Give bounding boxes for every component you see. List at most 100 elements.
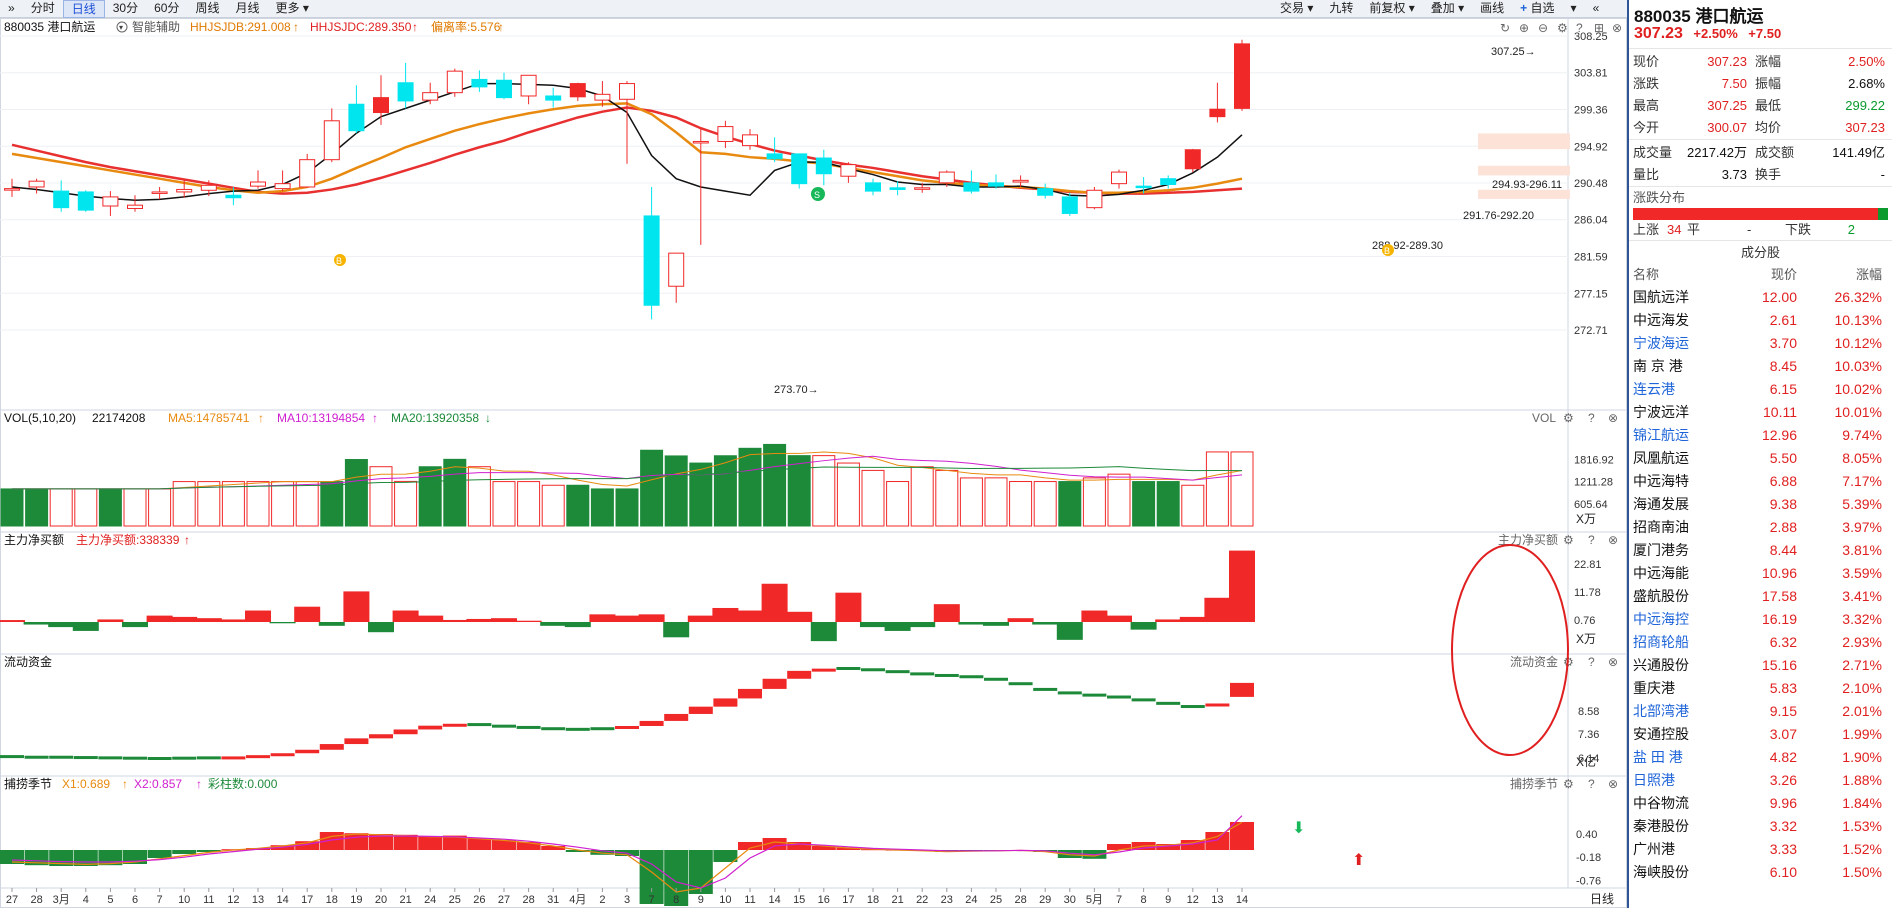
flow-bar	[1131, 698, 1156, 702]
col-pct[interactable]: 涨幅	[1797, 264, 1882, 286]
component-name[interactable]: 海峡股份	[1633, 861, 1737, 884]
component-row[interactable]: 安通控股 3.07 1.99%	[1629, 723, 1892, 746]
close-icon[interactable]: ⊗	[1608, 533, 1618, 547]
component-name[interactable]: 厦门港务	[1633, 539, 1737, 562]
close-icon[interactable]: ⊗	[1608, 411, 1618, 425]
close-icon[interactable]: ⊗	[1608, 777, 1618, 791]
draw-button[interactable]: 画线	[1472, 0, 1512, 18]
candle-body	[840, 164, 857, 177]
components-list: 国航远洋 12.00 26.32% 中远海发 2.61 10.13% 宁波海运 3.70 10.…	[1629, 286, 1892, 884]
arrow-down-icon: ↓	[485, 411, 491, 425]
candle-body	[127, 204, 143, 209]
help-icon[interactable]: ?	[1588, 655, 1595, 669]
component-name[interactable]: 中远海控	[1633, 608, 1737, 631]
kline-chart[interactable]: 880035 港口航运 ▾ 智能辅助 HHJSJDB:291.008 ↑ HHJ…	[0, 18, 1627, 908]
component-name[interactable]: 中谷物流	[1633, 792, 1737, 815]
col-name[interactable]: 名称	[1633, 264, 1737, 286]
nine-turn-button[interactable]: 九转	[1321, 0, 1361, 18]
component-row[interactable]: 中远海能 10.96 3.59%	[1629, 562, 1892, 585]
component-row[interactable]: 中远海发 2.61 10.13%	[1629, 309, 1892, 332]
trade-button[interactable]: 交易 ▾	[1272, 0, 1321, 18]
component-price: 9.15	[1769, 703, 1797, 719]
refresh-icon[interactable]: ↻	[1500, 21, 1510, 35]
tab-weekly[interactable]: 周线	[187, 0, 227, 18]
expand-icon[interactable]: «	[1585, 0, 1608, 18]
component-name[interactable]: 中远海特	[1633, 470, 1737, 493]
component-row[interactable]: 中远海控 16.19 3.32%	[1629, 608, 1892, 631]
component-row[interactable]: 锦江航运 12.96 9.74%	[1629, 424, 1892, 447]
zoom-out-icon[interactable]: ⊖	[1538, 21, 1548, 35]
zoom-in-icon[interactable]: ⊕	[1519, 21, 1529, 35]
component-name[interactable]: 秦港股份	[1633, 815, 1737, 838]
close-icon[interactable]: ⊗	[1612, 21, 1622, 35]
col-price[interactable]: 现价	[1737, 264, 1797, 286]
component-row[interactable]: 日照港 3.26 1.88%	[1629, 769, 1892, 792]
component-row[interactable]: 国航远洋 12.00 26.32%	[1629, 286, 1892, 309]
close-icon[interactable]: ⊗	[1608, 655, 1618, 669]
component-name[interactable]: 广州港	[1633, 838, 1737, 861]
component-name[interactable]: 海通发展	[1633, 493, 1737, 516]
flow-bar	[172, 756, 197, 760]
component-name[interactable]: 宁波海运	[1633, 332, 1737, 355]
component-name[interactable]: 凤凰航运	[1633, 447, 1737, 470]
component-name[interactable]: 中远海发	[1633, 309, 1737, 332]
component-row[interactable]: 海峡股份 6.10 1.50%	[1629, 861, 1892, 884]
help-icon[interactable]: ?	[1588, 411, 1595, 425]
gear-icon[interactable]: ⚙	[1563, 533, 1574, 547]
collapse-icon[interactable]: »	[0, 0, 23, 18]
tab-60min[interactable]: 60分	[146, 0, 187, 18]
chevron-down-icon[interactable]: ▾	[1563, 0, 1585, 18]
component-row[interactable]: 北部湾港 9.15 2.01%	[1629, 700, 1892, 723]
component-name[interactable]: 招商南油	[1633, 516, 1737, 539]
component-name[interactable]: 国航远洋	[1633, 286, 1737, 309]
component-row[interactable]: 中远海特 6.88 7.17%	[1629, 470, 1892, 493]
component-row[interactable]: 连云港 6.15 10.02%	[1629, 378, 1892, 401]
component-name[interactable]: 盛航股份	[1633, 585, 1737, 608]
arrow-up-icon: ↑	[412, 20, 418, 34]
component-row[interactable]: 厦门港务 8.44 3.81%	[1629, 539, 1892, 562]
component-name[interactable]: 南 京 港	[1633, 355, 1737, 378]
tab-30min[interactable]: 30分	[105, 0, 146, 18]
component-row[interactable]: 广州港 3.33 1.52%	[1629, 838, 1892, 861]
volume-bar	[1181, 484, 1205, 527]
component-row[interactable]: 海通发展 9.38 5.39%	[1629, 493, 1892, 516]
component-row[interactable]: 盐 田 港 4.82 1.90%	[1629, 746, 1892, 769]
component-name[interactable]: 中远海能	[1633, 562, 1737, 585]
tab-monthly[interactable]: 月线	[227, 0, 267, 18]
component-name[interactable]: 盐 田 港	[1633, 746, 1737, 769]
component-name[interactable]: 兴通股份	[1633, 654, 1737, 677]
component-name[interactable]: 日照港	[1633, 769, 1737, 792]
help-icon[interactable]: ?	[1588, 777, 1595, 791]
component-row[interactable]: 重庆港 5.83 2.10%	[1629, 677, 1892, 700]
component-row[interactable]: 宁波海运 3.70 10.12%	[1629, 332, 1892, 355]
component-row[interactable]: 宁波远洋 10.11 10.01%	[1629, 401, 1892, 424]
tab-more[interactable]: 更多 ▾	[267, 0, 316, 18]
component-row[interactable]: 秦港股份 3.32 1.53%	[1629, 815, 1892, 838]
component-row[interactable]: 兴通股份 15.16 2.71%	[1629, 654, 1892, 677]
tab-minute[interactable]: 分时	[23, 0, 63, 18]
sell-signal-icon: S	[811, 187, 825, 201]
gear-icon[interactable]: ⚙	[1563, 411, 1574, 425]
help-icon[interactable]: ?	[1588, 533, 1595, 547]
component-pct: 1.84%	[1842, 795, 1882, 811]
component-name[interactable]: 安通控股	[1633, 723, 1737, 746]
component-row[interactable]: 招商南油 2.88 3.97%	[1629, 516, 1892, 539]
overlay-button[interactable]: 叠加 ▾	[1423, 0, 1472, 18]
watchlist-button[interactable]: + 自选	[1512, 0, 1562, 18]
component-row[interactable]: 凤凰航运 5.50 8.05%	[1629, 447, 1892, 470]
gear-icon[interactable]: ⚙	[1563, 777, 1574, 791]
component-row[interactable]: 招商轮船 6.32 2.93%	[1629, 631, 1892, 654]
component-name[interactable]: 锦江航运	[1633, 424, 1737, 447]
component-row[interactable]: 中谷物流 9.96 1.84%	[1629, 792, 1892, 815]
tab-daily[interactable]: 日线	[62, 0, 105, 18]
gear-icon[interactable]: ⚙	[1557, 21, 1568, 35]
component-name[interactable]: 北部湾港	[1633, 700, 1737, 723]
component-name[interactable]: 重庆港	[1633, 677, 1737, 700]
component-row[interactable]: 南 京 港 8.45 10.03%	[1629, 355, 1892, 378]
component-row[interactable]: 盛航股份 17.58 3.41%	[1629, 585, 1892, 608]
component-name[interactable]: 招商轮船	[1633, 631, 1737, 654]
adjust-button[interactable]: 前复权 ▾	[1361, 0, 1422, 18]
component-name[interactable]: 宁波远洋	[1633, 401, 1737, 424]
component-name[interactable]: 连云港	[1633, 378, 1737, 401]
candle-body	[471, 78, 488, 88]
